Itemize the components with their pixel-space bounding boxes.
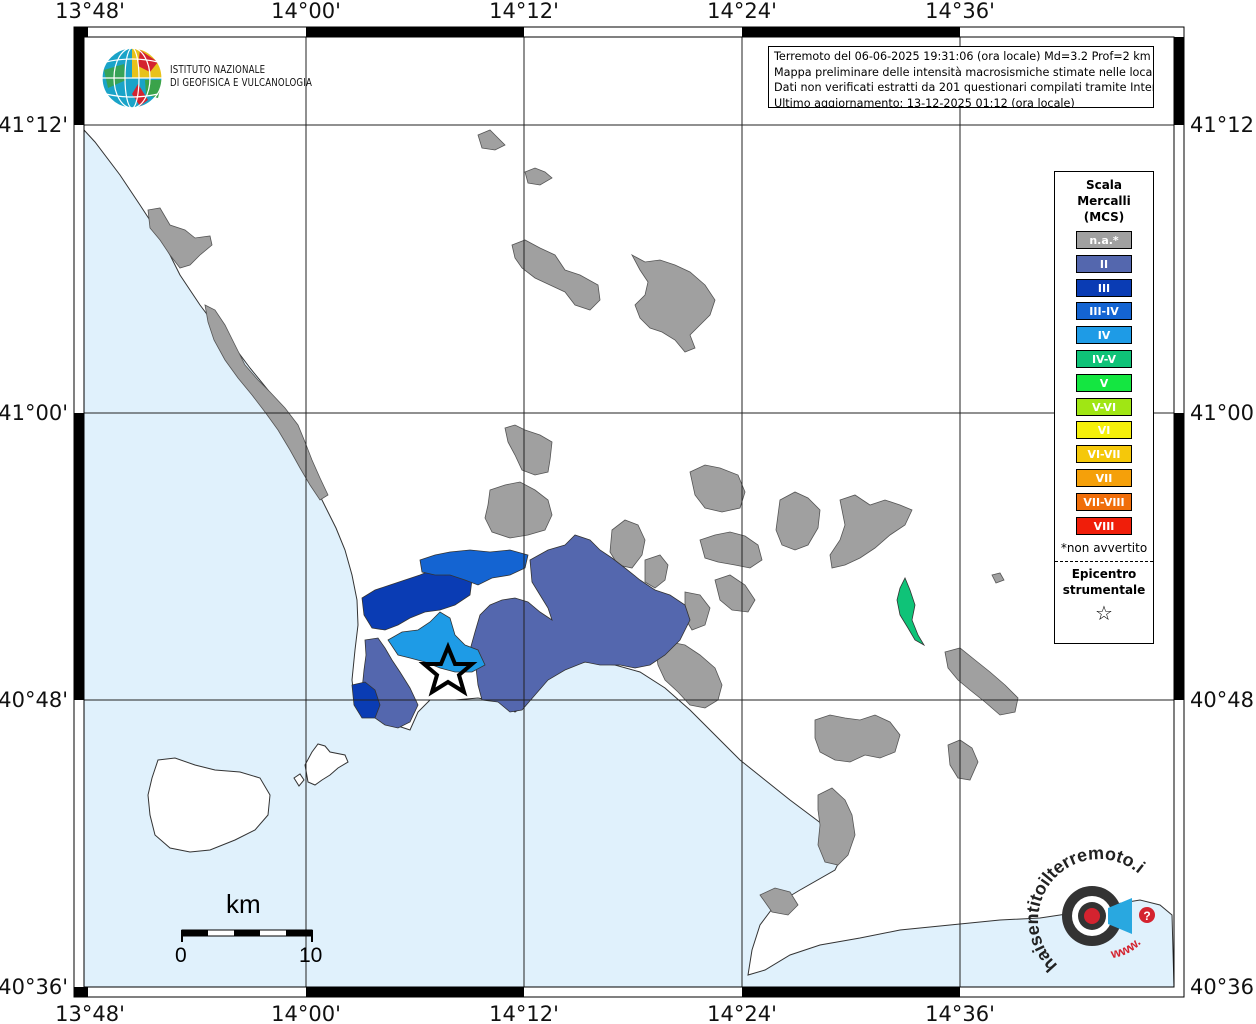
svg-text:?: ? — [1143, 909, 1150, 923]
legend-divider — [1055, 560, 1153, 562]
legend-item: III — [1076, 278, 1132, 297]
lon-label: 13°48' — [55, 1002, 125, 1024]
longitude-labels-bottom: 13°48' 14°00' 14°12' 14°24' 14°36' — [55, 1002, 995, 1024]
ingv-name: ISTITUTO NAZIONALE DI GEOFISICA E VULCAN… — [170, 64, 312, 90]
lon-label: 14°12' — [489, 1002, 559, 1024]
legend-title: Scala Mercalli (MCS) — [1055, 177, 1153, 225]
lon-label: 14°00' — [271, 0, 341, 23]
legend-items: n.a.* II III III-IV IV IV-V V V-VI VI VI-VII VII VI… — [1055, 231, 1153, 535]
event-info-box: Terremoto del 06-06-2025 19:31:06 (ora l… — [768, 46, 1154, 108]
legend-item: IV — [1076, 326, 1132, 345]
ingv-name-line2: DI GEOFISICA E VULCANOLOGIA — [170, 77, 313, 89]
legend-item: IV-V — [1076, 349, 1132, 368]
legend-item: III-IV — [1076, 302, 1132, 321]
legend-item: VI — [1076, 421, 1132, 440]
lat-label: 41°00' — [1190, 401, 1256, 425]
legend-title-line: Scala — [1085, 178, 1123, 192]
legend-item: VIII — [1076, 516, 1132, 535]
lon-label: 14°12' — [489, 0, 559, 23]
scale-min-label: 0 — [175, 944, 187, 967]
lon-label: 13°48' — [55, 0, 125, 23]
lon-label: 14°36' — [925, 1002, 995, 1024]
legend-epicenter-line: strumentale — [1062, 582, 1146, 597]
lat-label: 41°12' — [0, 113, 68, 137]
event-info-line: Mappa preliminare delle intensità macros… — [774, 65, 1154, 79]
ingv-name-line1: ISTITUTO NAZIONALE — [170, 64, 266, 76]
latitude-labels-left: 41°12' 41°00' 40°48' 40°36' — [0, 113, 68, 999]
legend-item: VI-VII — [1076, 445, 1132, 464]
lon-label: 14°24' — [707, 0, 777, 23]
lat-label: 40°48' — [0, 688, 68, 712]
legend-item: V-VI — [1076, 397, 1132, 416]
legend-note: *non avvertito — [1060, 540, 1148, 555]
legend-title-line: (MCS) — [1083, 210, 1125, 224]
latitude-labels-right: 41°12' 41°00' 40°48' 40°36' — [1190, 113, 1256, 999]
legend-item: V — [1076, 373, 1132, 392]
event-info-line: Ultimo aggiornamento: 13-12-2025 01:12 (… — [774, 96, 1075, 108]
legend-item: VII — [1076, 468, 1132, 487]
legend-title-line: Mercalli — [1077, 194, 1131, 208]
scale-unit-label: km — [226, 889, 261, 919]
ingv-logo-icon — [101, 47, 163, 109]
lat-label: 40°36' — [0, 975, 68, 999]
mcs-legend: Scala Mercalli (MCS) n.a.* II III III-IV IV I… — [1054, 171, 1154, 644]
event-info-line: Dati non verificati estratti da 201 ques… — [774, 81, 1154, 94]
lon-label: 14°24' — [707, 1002, 777, 1024]
legend-epicenter-label: Epicentro strumentale — [1055, 566, 1153, 598]
longitude-labels-top: 13°48' 14°00' 14°12' 14°24' 14°36' — [55, 0, 995, 23]
lon-label: 14°00' — [271, 1002, 341, 1024]
lat-label: 41°12' — [1190, 113, 1256, 137]
legend-item: n.a.* — [1076, 231, 1132, 249]
event-info-line: Terremoto del 06-06-2025 19:31:06 (ora l… — [774, 50, 1151, 63]
scale-max-label: 10 — [299, 944, 323, 967]
lat-label: 41°00' — [0, 401, 68, 425]
lat-label: 40°48' — [1190, 688, 1256, 712]
legend-star-icon: ☆ — [1095, 600, 1113, 625]
lat-label: 40°36' — [1190, 975, 1256, 999]
legend-item: II — [1076, 254, 1132, 273]
legend-epicenter-line: Epicentro — [1071, 566, 1137, 581]
lon-label: 14°36' — [925, 0, 995, 23]
legend-item: VII-VIII — [1076, 492, 1132, 511]
